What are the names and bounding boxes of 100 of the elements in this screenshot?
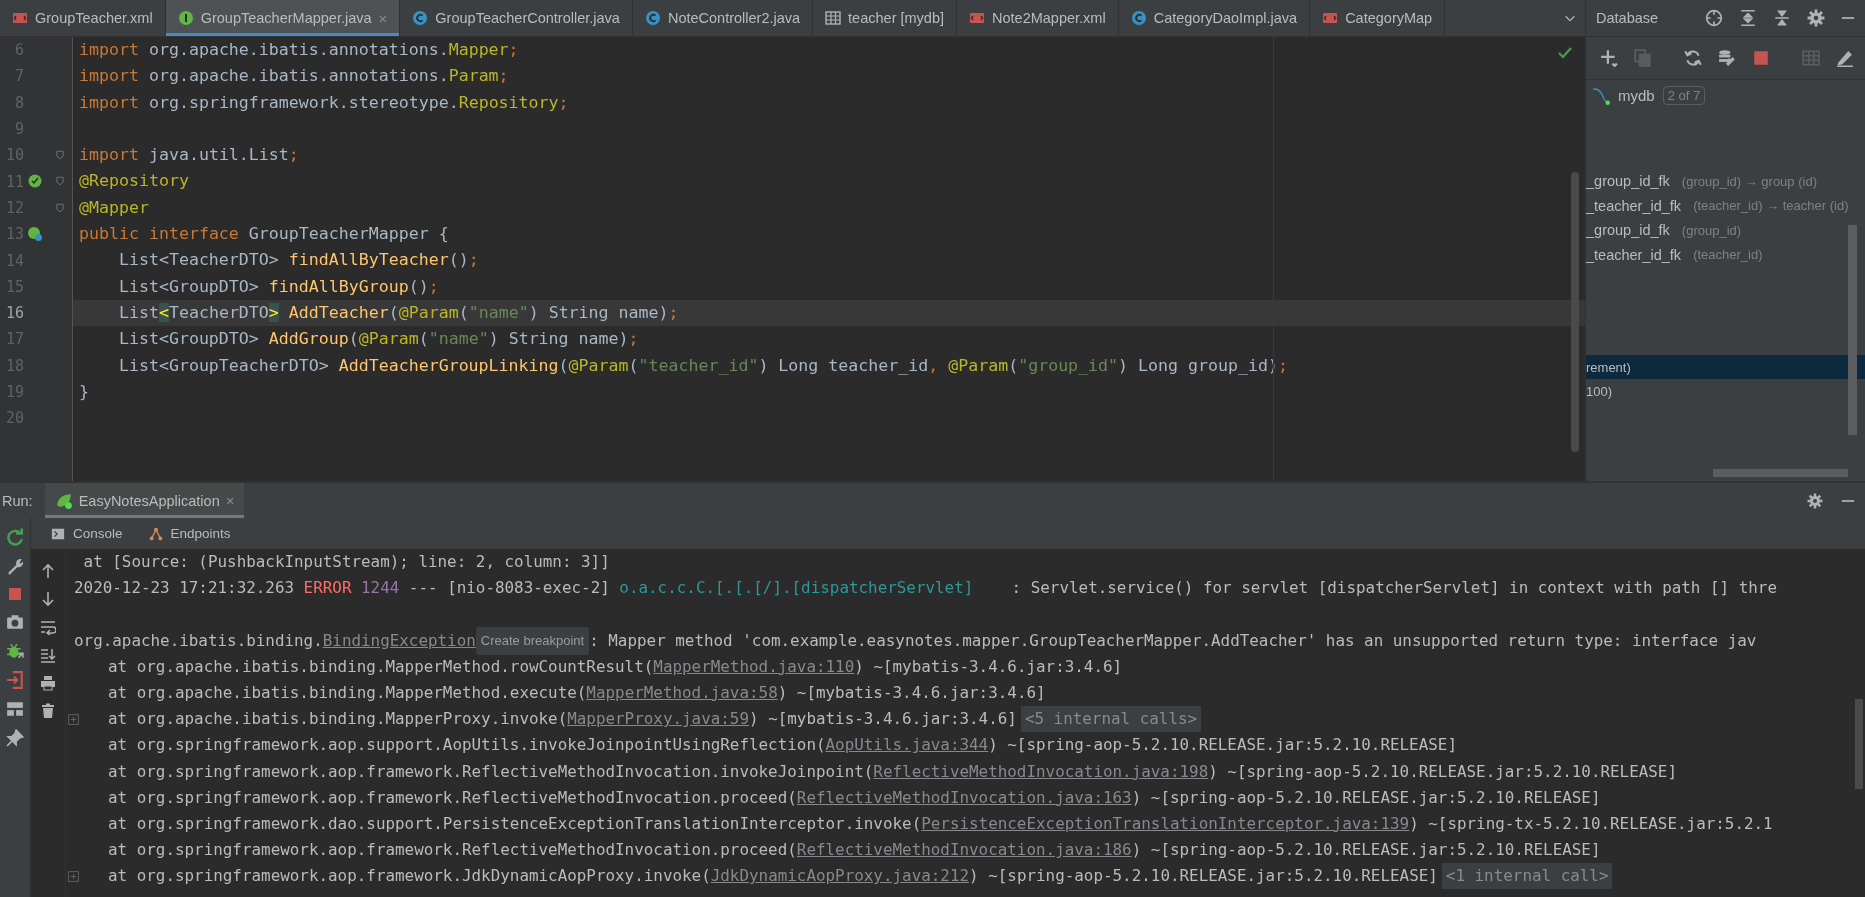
line-number: 16 [4, 304, 24, 323]
tree-item[interactable]: 100) [1586, 379, 1865, 403]
log-text: ) ~[spring-tx-5.2.10.RELEASE.jar:5.2.1 [1409, 812, 1773, 835]
log-text: ) ~[spring-aop-5.2.10.RELEASE.jar:5.2.10.RELEASE] [1208, 760, 1677, 783]
code-line: import org.springframework.stereotype.Repository; [79, 92, 569, 112]
add-icon[interactable] [1600, 49, 1618, 67]
scrollbar[interactable] [1571, 172, 1579, 452]
fold-marker-icon[interactable] [55, 176, 65, 187]
scrollbar[interactable] [1855, 699, 1863, 789]
database-tools-icon[interactable] [1718, 49, 1736, 67]
log-text: at org.springframework.aop.framework.ReflectiveMethodInvocation.invokeJoinpoint( [108, 760, 874, 783]
code-line: import org.apache.ibatis.annotations.Mapper; [79, 40, 519, 59]
target-icon[interactable] [1705, 9, 1723, 27]
rerun-icon[interactable] [6, 528, 24, 546]
source-link[interactable]: ReflectiveMethodInvocation.java:186 [796, 837, 1132, 864]
create-breakpoint-hint[interactable]: Create breakpoint [475, 626, 590, 655]
code-line: List<GroupDTO> findAllByGroup(); [117, 276, 439, 296]
tree-item[interactable]: _group_id_fk (group_id) [1586, 218, 1865, 243]
source-link[interactable]: MapperMethod.java:110 [653, 653, 855, 680]
checkmark-icon [1557, 45, 1573, 61]
editor-tab[interactable]: GroupTeacherController.java [400, 0, 633, 36]
count-badge: 2 of 7 [1662, 86, 1706, 105]
exit-icon[interactable] [6, 671, 24, 689]
class-file-icon [412, 10, 429, 26]
code-line: import java.util.List; [79, 145, 299, 165]
xml-file-icon [969, 10, 985, 26]
source-link[interactable]: MapperMethod.java:58 [586, 679, 778, 707]
edit-icon[interactable] [1836, 49, 1854, 67]
collapse-all-icon[interactable] [1773, 9, 1791, 27]
editor-tab[interactable]: CategoryDaoImpl.java [1118, 0, 1311, 36]
connection-name[interactable]: mydb [1618, 87, 1655, 104]
editor-tab[interactable]: Note2Mapper.xml [957, 0, 1119, 36]
tree-item[interactable]: _teacher_id_fk (teacher_id) [1586, 242, 1865, 267]
log-text: at [Source: (PushbackInputStream); line: 2, column: 3]] [82, 551, 610, 573]
bug-icon[interactable] [6, 642, 24, 660]
editor-tab[interactable]: GroupTeacher.xml [0, 0, 166, 36]
fold-marker-icon[interactable] [55, 202, 65, 213]
source-link[interactable]: BindingException [322, 627, 476, 654]
log-text: 2020-12-23 17:21:32.263 [74, 577, 296, 600]
refresh-icon[interactable] [1684, 49, 1702, 67]
code-line: @Repository [79, 171, 189, 191]
log-text: ) ~[spring-aop-5.2.10.RELEASE.jar:5.2.10.RELEASE] [1131, 839, 1601, 862]
arrow-down-icon[interactable] [40, 591, 56, 607]
settings-icon[interactable] [1807, 492, 1823, 509]
log-text: at org.springframework.aop.support.AopUtils.invokeJoinpointUsingReflection( [108, 734, 826, 757]
log-text: ) ~[mybatis-3.4.6.jar:3.4.6] [749, 708, 1017, 731]
source-link[interactable]: MapperProxy.java:59 [567, 706, 749, 733]
log-text: : Servlet.service() for servlet [dispatcherServlet] in context with path [] thre [1010, 577, 1777, 600]
arrow-up-icon[interactable] [40, 563, 56, 579]
log-text: at org.springframework.dao.support.PersistenceExceptionTranslationInterceptor.invoke( [108, 812, 922, 835]
source-link[interactable]: JdkDynamicAopProxy.java:212 [710, 863, 970, 890]
class-file-icon [1130, 10, 1147, 26]
scroll-to-end-icon[interactable] [40, 647, 56, 663]
editor-tab[interactable]: GroupTeacherMapper.java × [165, 0, 401, 36]
log-text: at org.apache.ibatis.binding.MapperMethod.execute( [108, 681, 587, 704]
layout-icon[interactable] [6, 700, 24, 718]
spring-app-icon [54, 491, 73, 510]
log-text: org.apache.ibatis.binding. [74, 629, 323, 652]
class-file-icon [644, 10, 661, 26]
source-link[interactable]: ReflectiveMethodInvocation.java:163 [796, 784, 1132, 811]
code-line: public interface GroupTeacherMapper { [79, 224, 449, 244]
endpoints-icon [148, 526, 163, 541]
run-tab[interactable]: EasyNotesApplication × [44, 483, 245, 518]
print-icon[interactable] [40, 675, 56, 691]
settings-icon[interactable] [1807, 9, 1825, 27]
editor-tab[interactable]: NoteController2.java [632, 0, 814, 36]
editor-tab[interactable]: teacher [mydb] [813, 0, 957, 36]
internal-calls-fold[interactable]: <5 internal calls> [1020, 706, 1202, 733]
internal-calls-fold[interactable]: <1 internal call> [1441, 863, 1613, 890]
log-text: ) ~[mybatis-3.4.6.jar:3.4.6] [854, 655, 1123, 678]
source-link[interactable]: AopUtils.java:344 [825, 732, 989, 759]
panel-title: Database [1596, 10, 1659, 26]
console-tab[interactable]: Console [41, 526, 133, 541]
camera-icon[interactable] [6, 613, 24, 631]
log-text: ) ~[mybatis-3.4.6.jar:3.4.6] [777, 681, 1046, 704]
pin-icon[interactable] [6, 729, 24, 747]
interface-file-icon [177, 10, 194, 26]
console-tab[interactable]: Endpoints [138, 526, 241, 541]
xml-file-icon [1322, 10, 1339, 26]
source-link[interactable]: PersistenceExceptionTranslationInterceptor.java:139 [921, 810, 1410, 838]
trash-icon[interactable] [40, 703, 56, 719]
tree-item[interactable]: _group_id_fk (group_id) → group (id) [1586, 169, 1865, 194]
log-text: at org.springframework.aop.framework.JdkDynamicAopProxy.invoke( [108, 865, 711, 888]
bean-icon [27, 173, 43, 190]
source-link[interactable]: ReflectiveMethodInvocation.java:198 [873, 758, 1209, 785]
scrollbar[interactable] [1848, 225, 1857, 435]
tree-item[interactable]: rement) [1586, 355, 1865, 379]
log-text: at org.apache.ibatis.binding.MapperMethod.rowCountResult( [108, 655, 654, 678]
stop-icon[interactable] [7, 586, 23, 602]
fold-marker-icon[interactable] [55, 150, 65, 161]
expand-all-icon[interactable] [1739, 9, 1757, 27]
wrench-icon[interactable] [6, 557, 24, 575]
tree-item[interactable]: _teacher_id_fk (teacher_id) → teacher (id) [1586, 193, 1865, 218]
implemented-icon [27, 226, 43, 243]
key-detail: (group_id) [1681, 222, 1742, 238]
soft-wrap-icon[interactable] [40, 619, 56, 635]
editor-tab[interactable]: CategoryMap [1310, 0, 1446, 36]
scrollbar[interactable] [1713, 469, 1848, 477]
stop-icon[interactable] [1752, 49, 1770, 67]
log-text: : Mapper method 'com.example.easynotes.mapper.GroupTeacherMapper.AddTeacher' has an unsupported return type: interface jav [589, 629, 1757, 652]
